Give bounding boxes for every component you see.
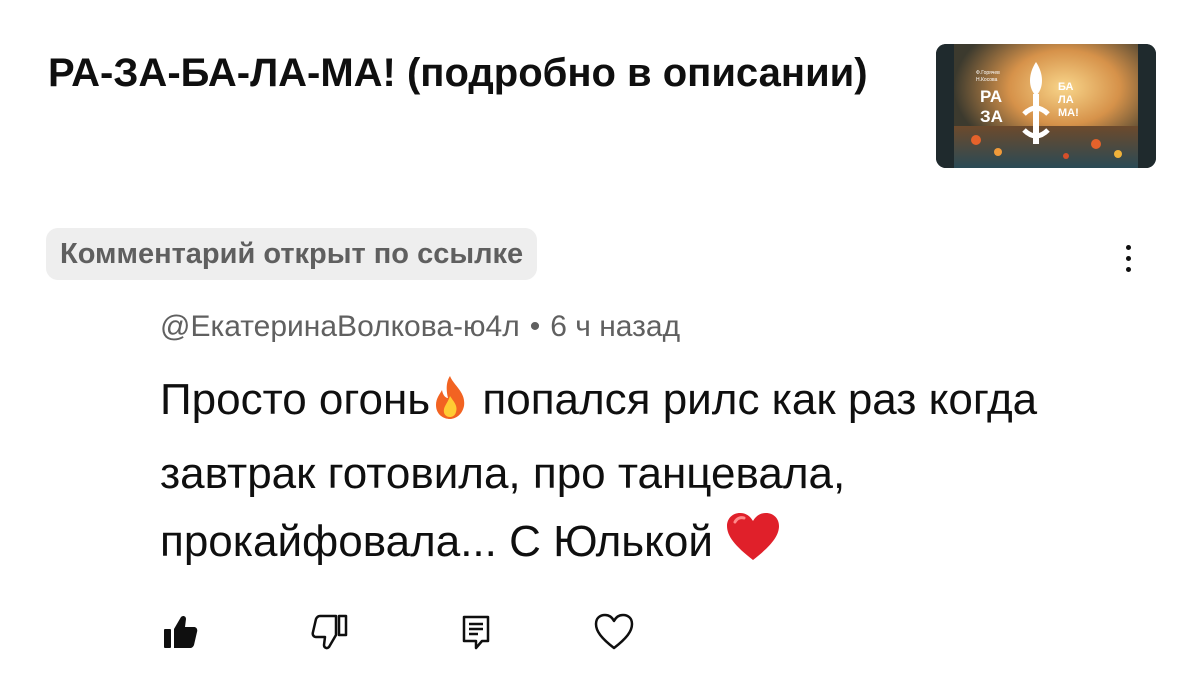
thumbs-down-outline-icon bbox=[311, 614, 348, 650]
thumbnail-text-ma: МА! bbox=[1058, 107, 1079, 119]
comment-time: 6 ч назад bbox=[550, 310, 681, 343]
thumbnail-small-2: Н.Косова bbox=[976, 77, 998, 83]
fire-emoji-icon bbox=[430, 372, 470, 440]
thumbnail-text-za: ЗА bbox=[980, 107, 1003, 126]
heart-outline-icon bbox=[594, 613, 634, 650]
red-heart-emoji-icon bbox=[725, 512, 781, 582]
reply-comment-icon bbox=[462, 615, 490, 650]
reply-button[interactable] bbox=[452, 606, 500, 658]
like-button[interactable] bbox=[156, 606, 204, 658]
more-options-button[interactable] bbox=[1108, 236, 1148, 280]
comment-author[interactable]: @ЕкатеринаВолкова-ю4л bbox=[160, 310, 520, 343]
more-dot bbox=[1125, 244, 1131, 250]
more-dot bbox=[1125, 266, 1131, 272]
video-title[interactable]: РА-ЗА-БА-ЛА-МА! (подробно в описании) bbox=[48, 46, 888, 101]
more-dot bbox=[1125, 255, 1131, 261]
dislike-button[interactable] bbox=[306, 606, 354, 658]
thumbnail-small-1: Ф.Горячев bbox=[976, 70, 1000, 76]
thumbnail-text-ba: БА bbox=[1058, 81, 1073, 93]
comment-text: Просто огонь попался рилс как раз когда … bbox=[160, 366, 1150, 582]
video-thumbnail[interactable]: РА ЗА БА ЛА МА! Ф.Горячев Н.Косова bbox=[936, 44, 1156, 168]
thumbnail-art: РА ЗА БА ЛА МА! Ф.Горячев Н.Косова bbox=[936, 44, 1156, 168]
thumbnail-text-la: ЛА bbox=[1058, 94, 1074, 106]
comment-meta: @ЕкатеринаВолкова-ю4л • 6 ч назад bbox=[160, 310, 680, 344]
linked-comment-chip: Комментарий открыт по ссылке bbox=[46, 228, 538, 280]
thumbnail-text-ra: РА bbox=[980, 87, 1002, 106]
heart-button[interactable] bbox=[590, 606, 638, 658]
comment-text-part1: Просто огонь bbox=[160, 375, 431, 424]
thumbs-up-filled-icon bbox=[164, 615, 198, 648]
meta-separator: • bbox=[529, 310, 541, 343]
